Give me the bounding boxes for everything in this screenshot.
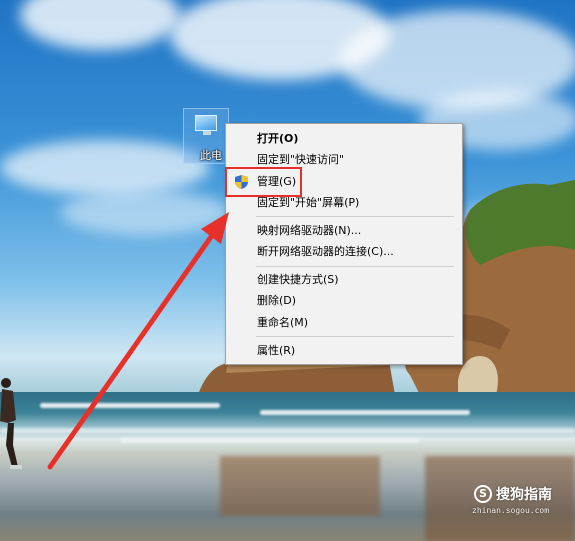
- computer-icon: [195, 115, 217, 131]
- sogou-logo-icon: S: [474, 485, 492, 503]
- desktop-icon-label: 此电: [200, 149, 222, 162]
- menu-item-label: 断开网络驱动器的连接(C)...: [257, 245, 394, 258]
- menu-item-rename[interactable]: 重命名(M): [226, 313, 462, 333]
- menu-item-properties[interactable]: 属性(R): [226, 341, 462, 361]
- menu-item-label: 创建快捷方式(S): [257, 273, 339, 286]
- menu-item-label: 属性(R): [257, 344, 296, 357]
- annotation-highlight-box: [225, 167, 302, 197]
- menu-item-label: 映射网络驱动器(N)...: [257, 224, 362, 237]
- menu-item-disconnect-network-drive[interactable]: 断开网络驱动器的连接(C)...: [226, 242, 462, 262]
- watermark-name: 搜狗指南: [496, 487, 552, 503]
- computer-icon-stand: [203, 131, 211, 135]
- menu-item-delete[interactable]: 删除(D): [226, 291, 462, 311]
- wave-foam: [120, 438, 420, 443]
- watermark-url: zhinan.sogou.com: [472, 506, 550, 515]
- menu-item-label: 删除(D): [257, 294, 297, 307]
- sogou-watermark: S 搜狗指南 zhinan.sogou.com: [470, 481, 570, 521]
- menu-item-open[interactable]: 打开(O): [226, 129, 462, 149]
- cloud: [60, 190, 230, 235]
- menu-item-label: 打开(O): [257, 132, 299, 145]
- menu-item-map-network-drive[interactable]: 映射网络驱动器(N)...: [226, 221, 462, 241]
- person-silhouette: [0, 378, 22, 469]
- sea: [0, 392, 575, 452]
- menu-separator: [256, 266, 454, 267]
- menu-item-label: 重命名(M): [257, 316, 309, 329]
- context-menu: 打开(O) 固定到"快速访问" 管理(G) 固定到"开始"屏幕(P) 映射网络驱…: [225, 123, 463, 365]
- wave-foam: [260, 410, 470, 415]
- wave-foam: [0, 428, 575, 433]
- menu-item-create-shortcut[interactable]: 创建快捷方式(S): [226, 270, 462, 290]
- menu-separator: [256, 216, 454, 217]
- menu-item-label: 固定到"开始"屏幕(P): [257, 196, 360, 209]
- this-pc-desktop-icon[interactable]: 此电: [183, 108, 229, 164]
- cloud: [20, 0, 180, 50]
- menu-item-label: 固定到"快速访问": [257, 153, 345, 166]
- wave-foam: [40, 403, 220, 408]
- cloud: [0, 140, 210, 195]
- menu-separator: [256, 336, 454, 337]
